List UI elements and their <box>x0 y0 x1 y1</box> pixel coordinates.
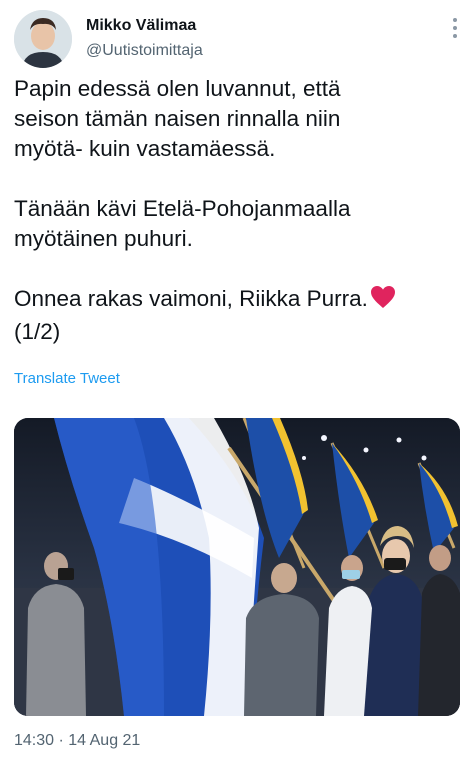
tweet-line: myötäinen puhuri. <box>14 226 193 251</box>
tweet-line: Onnea rakas vaimoni, Riikka Purra. <box>14 284 454 317</box>
tweet-line-text: Onnea rakas vaimoni, Riikka Purra. <box>14 286 368 311</box>
more-options-icon[interactable] <box>452 17 458 39</box>
tweet-line: myötä- kuin vastamäessä. <box>14 136 276 161</box>
tweet-text: Papin edessä olen luvannut, että seison … <box>14 74 454 347</box>
tweet-line: seison tämän naisen rinnalla niin <box>14 106 341 131</box>
tweet-line: (1/2) <box>14 319 61 344</box>
author-name[interactable]: Mikko Välimaa <box>86 17 196 35</box>
heart-icon <box>370 285 396 317</box>
translate-tweet-link[interactable]: Translate Tweet <box>14 370 120 387</box>
tweet-photo[interactable] <box>14 418 460 716</box>
avatar[interactable] <box>14 10 72 68</box>
author-handle[interactable]: @Uutistoimittaja <box>86 42 203 60</box>
tweet-line: Tänään kävi Etelä-Pohojanmaalla <box>14 196 351 221</box>
tweet-line: Papin edessä olen luvannut, että <box>14 76 341 101</box>
tweet-timestamp[interactable]: 14:30 · 14 Aug 21 <box>14 732 140 750</box>
